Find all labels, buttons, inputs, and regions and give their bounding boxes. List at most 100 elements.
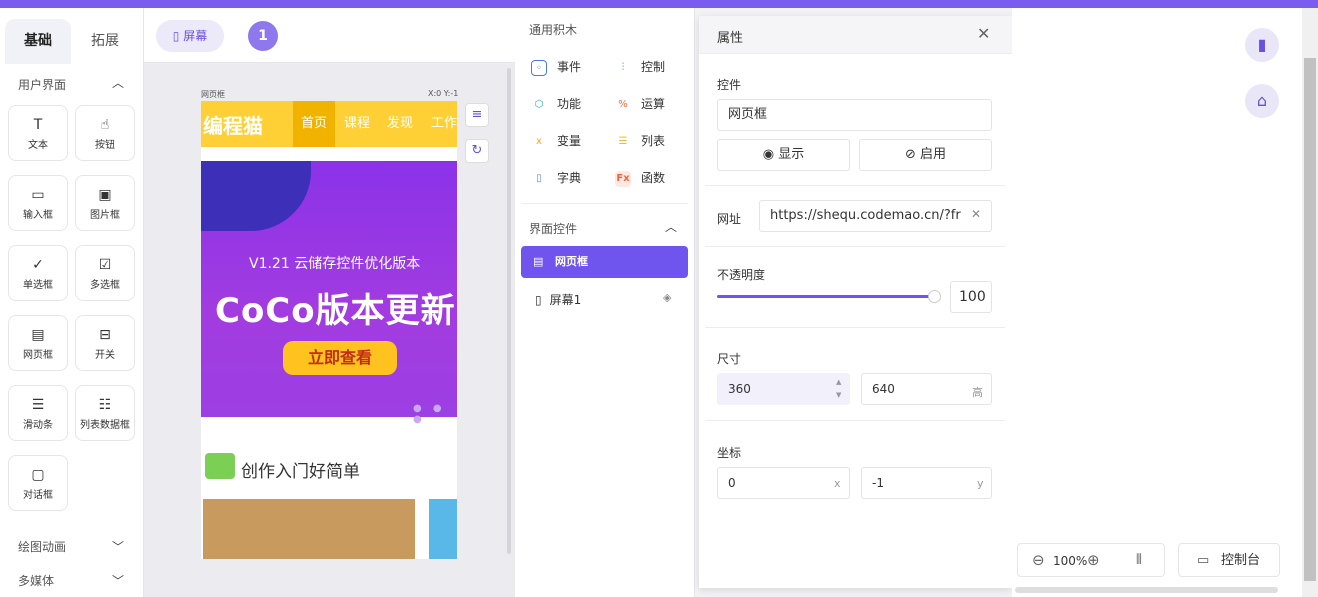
vertical-scrollbar-thumb[interactable]: [1304, 58, 1316, 581]
eye-icon: ◉: [762, 147, 775, 162]
zoom-in-icon[interactable]: ⊕: [1087, 551, 1100, 569]
divider: [705, 327, 1005, 328]
carousel-dots: ● ● ●: [413, 403, 446, 425]
tree-item-webview[interactable]: ▤ 网页框: [521, 246, 688, 278]
component-panel: 基础 拓展 用户界面 ︿ T 文本 ☝ 按钮 ▭ 输入框 ▣ 图片框 ✓ 单选框…: [0, 8, 144, 597]
tree-item-screen[interactable]: ▯ 屏幕1: [535, 291, 581, 308]
height-suffix: 高: [972, 386, 983, 399]
banner-cta-button[interactable]: 立即查看: [283, 341, 397, 375]
image-icon: ▣: [98, 187, 112, 203]
nav-work[interactable]: 工作: [431, 101, 457, 147]
opacity-slider[interactable]: [717, 295, 933, 298]
component-webview[interactable]: ▤ 网页框: [8, 315, 68, 371]
component-button[interactable]: ☝ 按钮: [75, 105, 135, 161]
stage-area: ▯ 屏幕 1 网页框 X:0 Y:-1 编程猫 首页 课程 发现 工作 V1.2…: [144, 8, 515, 597]
section-multimedia[interactable]: 多媒体: [18, 572, 54, 589]
chart-icon[interactable]: ▮: [1245, 28, 1279, 62]
settings-sliders-icon[interactable]: ≡: [465, 103, 489, 127]
chevron-down-icon[interactable]: ﹀: [112, 572, 124, 589]
books-icon: [205, 453, 235, 479]
dialog-icon: ▢: [31, 467, 45, 483]
promo-banner[interactable]: V1.21 云储存控件优化版本 CoCo版本更新 立即查看 ● ● ●: [201, 161, 457, 425]
chevron-up-icon[interactable]: ︿: [112, 74, 124, 91]
component-input[interactable]: ▭ 输入框: [8, 175, 68, 231]
y-input[interactable]: -1: [861, 467, 992, 499]
opacity-value-input[interactable]: 100: [950, 281, 992, 313]
stage-toolbar: ▯ 屏幕 1: [144, 8, 515, 63]
course-thumbnail[interactable]: [429, 499, 457, 559]
screen-icon: ▯: [172, 29, 180, 43]
url-input[interactable]: https://shequ.codemao.cn/?fr: [759, 200, 992, 232]
close-icon[interactable]: ✕: [977, 24, 990, 43]
chevron-up-icon[interactable]: ︿: [665, 218, 677, 235]
chevron-down-icon[interactable]: ﹀: [112, 538, 124, 555]
component-switch[interactable]: ⊟ 开关: [75, 315, 135, 371]
common-blocks-header: 通用积木: [529, 23, 578, 37]
nav-discover[interactable]: 发现: [387, 101, 413, 147]
section-drawing-animation[interactable]: 绘图动画: [18, 538, 66, 555]
ui-controls-header: 界面控件: [529, 222, 578, 236]
component-text[interactable]: T 文本: [8, 105, 68, 161]
width-input[interactable]: 360: [717, 373, 850, 405]
properties-panel: 属性 ✕ 控件 网页框 ◉ 显示 ⊘ 启用 网址 https://shequ.c…: [699, 16, 1012, 588]
block-category-events[interactable]: ◦ 事件: [531, 58, 581, 76]
phone-icon: ▯: [535, 293, 542, 307]
switch-icon: ⊟: [99, 327, 111, 343]
component-radio[interactable]: ✓ 单选框: [8, 245, 68, 301]
component-image[interactable]: ▣ 图片框: [75, 175, 135, 231]
stage-scrollbar[interactable]: [507, 68, 511, 554]
top-accent-bar: [0, 0, 1318, 8]
event-icon: ◦: [531, 59, 547, 76]
course-thumbnail[interactable]: [203, 499, 415, 559]
component-list-data[interactable]: ☷ 列表数据框: [75, 385, 135, 441]
web-header: 编程猫 首页 课程 发现 工作: [201, 101, 457, 147]
horizontal-scrollbar[interactable]: [1015, 587, 1278, 593]
console-button[interactable]: ▭ 控制台: [1178, 543, 1280, 577]
slider-icon: ☰: [31, 397, 45, 413]
section-user-interface[interactable]: 用户界面: [18, 76, 66, 93]
component-checkbox[interactable]: ☑ 多选框: [75, 245, 135, 301]
block-category-dictionary[interactable]: ▯ 字典: [531, 169, 581, 187]
show-button[interactable]: ◉ 显示: [717, 139, 850, 171]
block-category-functions[interactable]: ⬡ 功能: [531, 95, 581, 113]
divider: [705, 420, 1005, 421]
block-category-lists[interactable]: ☰ 列表: [615, 132, 666, 150]
screen-count-badge[interactable]: 1: [248, 21, 278, 51]
control-name-field[interactable]: 网页框: [717, 99, 992, 131]
control-icon: ⫶: [621, 61, 625, 73]
clear-icon[interactable]: ✕: [971, 207, 981, 221]
tab-extend[interactable]: 拓展: [72, 19, 138, 64]
block-category-control[interactable]: ⫶ 控制: [615, 58, 665, 76]
stepper-arrows-icon[interactable]: ▲ ▼: [836, 376, 841, 402]
divider: [705, 185, 1005, 186]
nav-courses[interactable]: 课程: [344, 101, 370, 147]
tab-basic[interactable]: 基础: [5, 19, 71, 64]
block-category-fx[interactable]: Fx 函数: [615, 169, 665, 187]
component-dialog[interactable]: ▢ 对话框: [8, 455, 68, 511]
phone-preview[interactable]: 编程猫 首页 课程 发现 工作 V1.21 云储存控件优化版本 CoCo版本更新…: [201, 101, 457, 559]
block-category-operators[interactable]: % 运算: [615, 95, 665, 113]
checkbox-icon: ☑: [98, 257, 112, 273]
monitor-icon: ▭: [1197, 553, 1210, 568]
webview-icon: ▤: [31, 327, 45, 343]
zoom-level: 100%: [1053, 554, 1088, 568]
properties-title: 属性: [717, 31, 744, 46]
site-logo: 编程猫: [203, 114, 263, 138]
refresh-icon[interactable]: ↻: [465, 139, 489, 163]
divider: [705, 246, 1005, 247]
block-category-variables[interactable]: x 变量: [531, 132, 581, 150]
store-icon[interactable]: ⌂: [1245, 84, 1279, 118]
align-icon[interactable]: ⫴: [1136, 552, 1142, 568]
nav-home[interactable]: 首页: [293, 101, 335, 147]
screen-button[interactable]: ▯ 屏幕: [156, 20, 224, 52]
divider: [521, 203, 688, 204]
banner-title: CoCo版本更新: [215, 291, 456, 331]
frame-coords: X:0 Y:-1: [428, 89, 459, 98]
layers-icon[interactable]: ◈: [663, 291, 671, 304]
component-slider[interactable]: ☰ 滑动条: [8, 385, 68, 441]
blocks-panel: 通用积木 ◦ 事件 ⫶ 控制 ⬡ 功能 % 运算 x 变量 ☰ 列表 ▯ 字典 Fx 函数 界面…: [515, 8, 695, 597]
zoom-out-icon[interactable]: ⊖: [1032, 551, 1045, 569]
opacity-slider-handle[interactable]: [928, 290, 941, 303]
enable-button[interactable]: ⊘ 启用: [859, 139, 992, 171]
x-input[interactable]: 0: [717, 467, 850, 499]
